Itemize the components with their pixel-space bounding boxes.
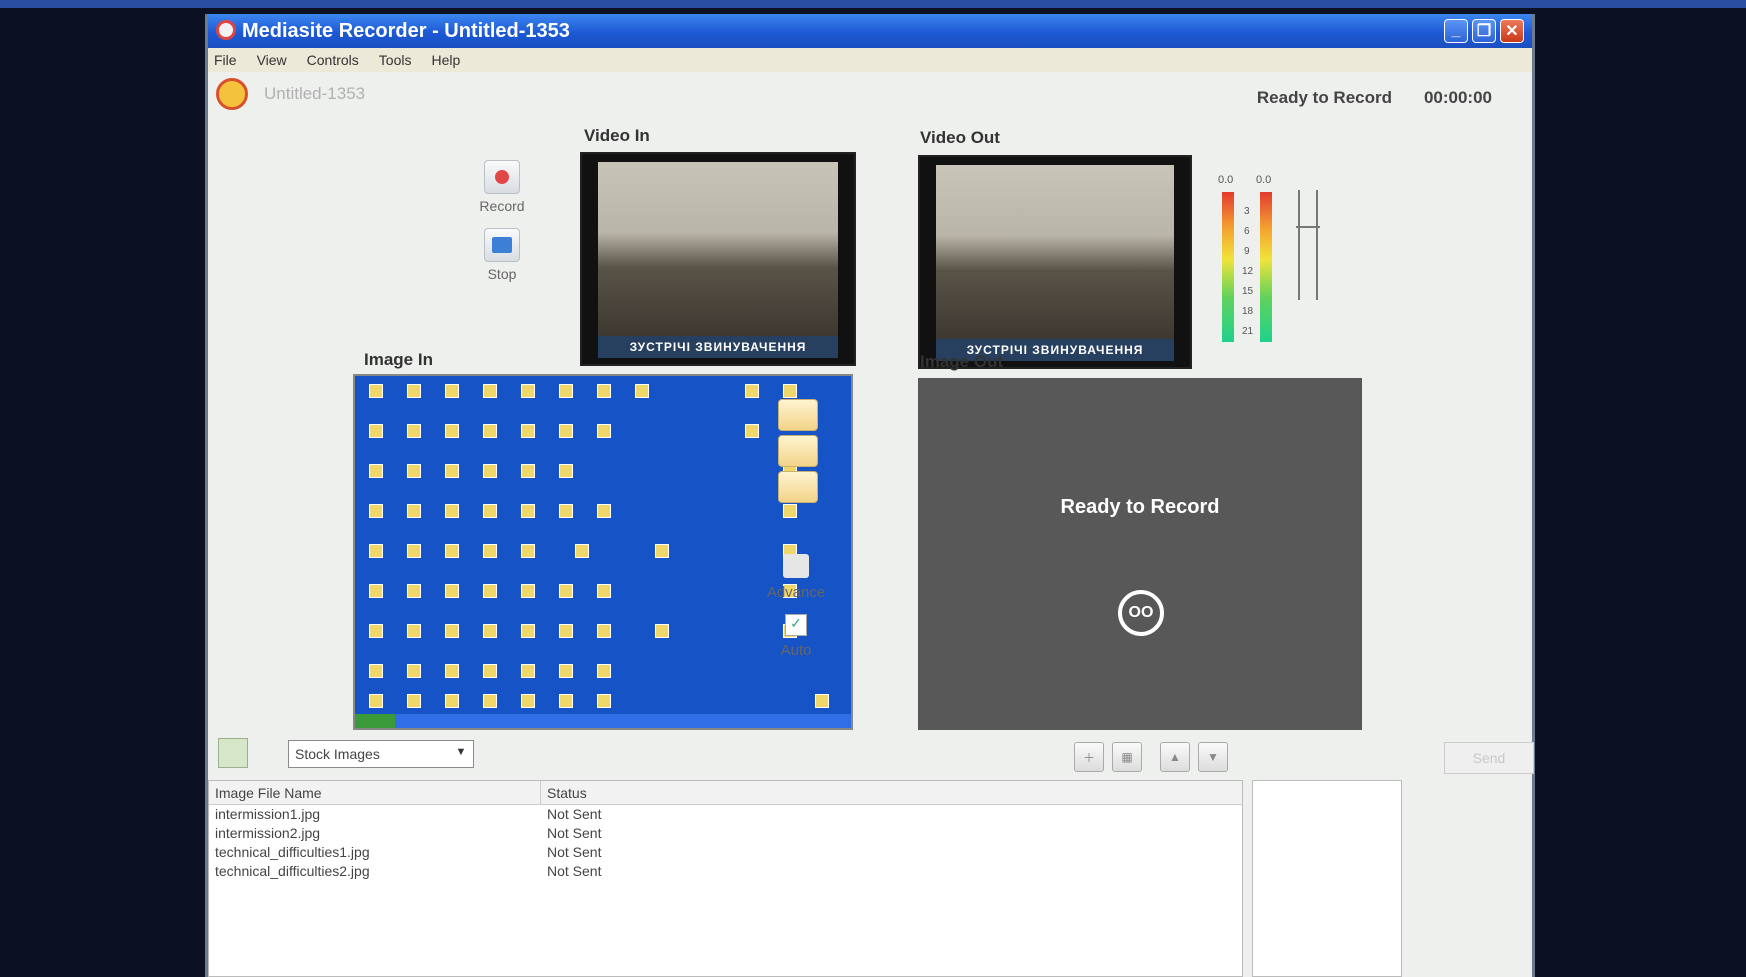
menu-view[interactable]: View — [257, 52, 287, 68]
remove-image-button[interactable]: ▦ — [1112, 742, 1142, 772]
video-out-label: Video Out — [920, 128, 1000, 147]
maximize-button[interactable]: ❐ — [1472, 19, 1496, 43]
meter-slider-track[interactable] — [1298, 190, 1300, 300]
status-cell: Not Sent — [547, 806, 602, 822]
meter-tick: 3 — [1244, 206, 1250, 217]
meter-tick: 9 — [1244, 246, 1250, 257]
move-down-button[interactable]: ▼ — [1198, 742, 1228, 772]
meter-right-value: 0.0 — [1256, 174, 1272, 186]
image-file-table: Image File Name Status intermission1.jpg… — [208, 780, 1243, 977]
meter-tick: 18 — [1242, 306, 1254, 317]
image-source-bar: Stock Images ▼ ＋ ▦ ▲ ▼ Send — [208, 734, 1534, 780]
capture-icon[interactable] — [778, 399, 818, 431]
record-timer: 00:00:00 — [1423, 88, 1492, 107]
video-in-caption: ЗУСТРІЧІ ЗВИНУВАЧЕННЯ — [598, 336, 838, 358]
status-cell: Not Sent — [547, 863, 602, 879]
stock-images-icon — [218, 738, 248, 768]
record-status: Ready to Record — [1256, 88, 1392, 107]
menu-bar: File View Controls Tools Help — [208, 48, 1532, 72]
mediasite-logo-icon — [216, 78, 248, 110]
video-out-preview: ЗУСТРІЧІ ЗВИНУВАЧЕННЯ — [918, 155, 1192, 369]
record-label: Record — [479, 198, 525, 214]
meter-left-value: 0.0 — [1218, 174, 1234, 186]
advance-icon — [783, 554, 809, 578]
table-row[interactable]: intermission2.jpg Not Sent — [209, 824, 1242, 843]
app-icon — [216, 20, 236, 40]
table-header: Image File Name Status — [209, 781, 1242, 805]
move-up-button[interactable]: ▲ — [1160, 742, 1190, 772]
document-bar: Untitled-1353 Ready to Record 00:00:00 — [208, 72, 1532, 116]
title-bar[interactable]: Mediasite Recorder - Untitled-1353 _ ❐ ✕ — [208, 14, 1532, 48]
file-name-cell: technical_difficulties2.jpg — [215, 863, 370, 879]
status-cell: Not Sent — [547, 844, 602, 860]
send-button[interactable]: Send — [1444, 742, 1534, 774]
minimize-button[interactable]: _ — [1444, 19, 1468, 43]
image-out-label: Image Out — [920, 352, 1004, 371]
video-in-preview: ЗУСТРІЧІ ЗВИНУВАЧЕННЯ — [580, 152, 856, 366]
record-button[interactable]: Record — [474, 160, 530, 214]
auto-check-icon: ✓ — [785, 614, 807, 636]
table-row[interactable]: technical_difficulties2.jpg Not Sent — [209, 862, 1242, 881]
app-window: Mediasite Recorder - Untitled-1353 _ ❐ ✕… — [205, 14, 1535, 977]
close-button[interactable]: ✕ — [1500, 19, 1524, 43]
image-source-value: Stock Images — [295, 746, 380, 762]
table-row[interactable]: intermission1.jpg Not Sent — [209, 805, 1242, 824]
meter-tick: 12 — [1242, 266, 1254, 277]
image-out-message: Ready to Record — [1060, 496, 1220, 518]
stop-label: Stop — [487, 266, 517, 282]
meter-tick: 21 — [1242, 326, 1254, 337]
meter-tick: 6 — [1244, 226, 1250, 237]
monitor-bezel — [0, 0, 1746, 8]
stop-icon — [492, 237, 512, 253]
mediasite-badge-icon: OO — [1118, 590, 1164, 636]
audio-meter-right — [1260, 192, 1272, 342]
video-in-label: Video In — [584, 126, 650, 145]
menu-file[interactable]: File — [214, 52, 237, 68]
advance-label: Advance — [766, 584, 826, 601]
start-button-icon — [355, 714, 395, 728]
col-image-file-name[interactable]: Image File Name — [209, 781, 541, 804]
file-name-cell: intermission1.jpg — [215, 806, 321, 822]
image-out-preview: Ready to Record OO — [918, 378, 1362, 730]
slides-icon[interactable] — [778, 471, 818, 503]
meter-slider-track[interactable] — [1316, 190, 1318, 300]
menu-controls[interactable]: Controls — [307, 52, 359, 68]
stop-button[interactable]: Stop — [474, 228, 530, 282]
menu-help[interactable]: Help — [431, 52, 460, 68]
list-icon[interactable] — [778, 435, 818, 467]
image-preview-pane — [1252, 780, 1402, 977]
audio-meters: 0.0 0.0 3 6 9 12 15 18 21 — [1216, 160, 1336, 350]
status-cell: Not Sent — [547, 825, 602, 841]
menu-tools[interactable]: Tools — [379, 52, 412, 68]
desktop-taskbar — [355, 714, 851, 728]
meter-tick: 15 — [1242, 286, 1254, 297]
chevron-down-icon: ▼ — [455, 746, 467, 758]
image-tools — [778, 399, 820, 507]
table-row[interactable]: technical_difficulties1.jpg Not Sent — [209, 843, 1242, 862]
image-in-label: Image In — [364, 350, 433, 369]
col-status[interactable]: Status — [541, 781, 1241, 804]
image-source-select[interactable]: Stock Images ▼ — [288, 740, 474, 768]
document-title: Untitled-1353 — [264, 84, 366, 103]
auto-label: Auto — [780, 642, 812, 659]
auto-checkbox[interactable]: ✓ Auto — [769, 614, 823, 659]
add-image-button[interactable]: ＋ — [1074, 742, 1104, 772]
audio-meter-left — [1222, 192, 1234, 342]
window-title: Mediasite Recorder - Untitled-1353 — [242, 19, 570, 42]
record-icon — [495, 170, 509, 184]
file-name-cell: technical_difficulties1.jpg — [215, 844, 370, 860]
advance-button[interactable]: Advance — [763, 554, 829, 601]
file-name-cell: intermission2.jpg — [215, 825, 321, 841]
meter-slider-handle[interactable] — [1296, 226, 1320, 228]
